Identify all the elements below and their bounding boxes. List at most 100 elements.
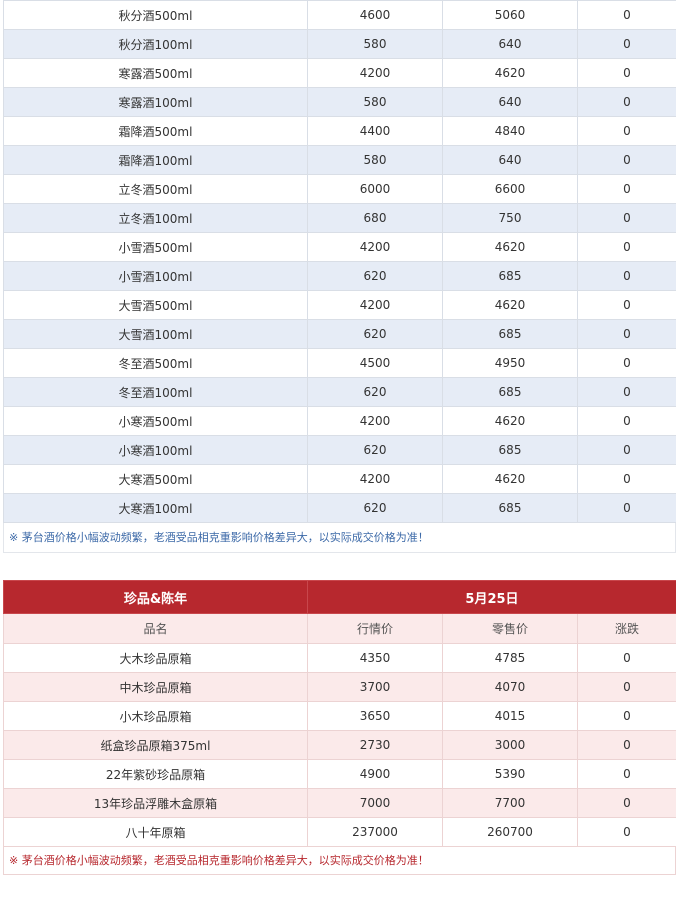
column-header-name: 品名 (3, 613, 308, 644)
table-row: 中木珍品原箱 3700 4070 0 (3, 672, 676, 702)
price-change-cell: 0 (577, 701, 676, 731)
product-name-cell: 小雪酒500ml (3, 232, 308, 262)
retail-price-cell: 4015 (442, 701, 578, 731)
retail-price-cell: 3000 (442, 730, 578, 760)
product-name-cell: 中木珍品原箱 (3, 672, 308, 702)
retail-price-cell: 4840 (442, 116, 578, 146)
retail-price-cell: 640 (442, 145, 578, 175)
product-name-cell: 寒露酒100ml (3, 87, 308, 117)
retail-price-cell: 4070 (442, 672, 578, 702)
price-change-cell: 0 (577, 116, 676, 146)
market-price-cell: 580 (307, 29, 443, 59)
product-name-cell: 小木珍品原箱 (3, 701, 308, 731)
price-change-cell: 0 (577, 643, 676, 673)
market-price-cell: 2730 (307, 730, 443, 760)
table-row: 小木珍品原箱 3650 4015 0 (3, 701, 676, 731)
retail-price-cell: 7700 (442, 788, 578, 818)
market-price-cell: 620 (307, 377, 443, 407)
table-row: 寒露酒100ml 580 640 0 (3, 87, 676, 117)
column-header-row: 品名 行情价 零售价 涨跌 (3, 613, 676, 644)
market-price-cell: 4500 (307, 348, 443, 378)
product-name-cell: 秋分酒500ml (3, 0, 308, 30)
retail-price-cell: 4620 (442, 406, 578, 436)
market-price-cell: 3650 (307, 701, 443, 731)
retail-price-cell: 750 (442, 203, 578, 233)
table-row: 大木珍品原箱 4350 4785 0 (3, 643, 676, 673)
retail-price-cell: 4785 (442, 643, 578, 673)
retail-price-cell: 640 (442, 29, 578, 59)
market-price-cell: 4200 (307, 58, 443, 88)
market-price-cell: 4200 (307, 232, 443, 262)
price-change-cell: 0 (577, 232, 676, 262)
price-change-cell: 0 (577, 406, 676, 436)
product-name-cell: 冬至酒500ml (3, 348, 308, 378)
product-name-cell: 小雪酒100ml (3, 261, 308, 291)
product-name-cell: 大寒酒100ml (3, 493, 308, 523)
price-change-cell: 0 (577, 464, 676, 494)
price-disclaimer-note: ※ 茅台酒价格小幅波动频繁，老酒受品相克重影响价格差异大，以实际成交价格为准！ (3, 523, 676, 553)
table-row: 纸盒珍品原箱375ml 2730 3000 0 (3, 730, 676, 760)
table-row: 秋分酒500ml 4600 5060 0 (3, 0, 676, 30)
price-change-cell: 0 (577, 377, 676, 407)
product-name-cell: 霜降酒500ml (3, 116, 308, 146)
price-change-cell: 0 (577, 348, 676, 378)
table-row: 大寒酒500ml 4200 4620 0 (3, 464, 676, 494)
retail-price-cell: 6600 (442, 174, 578, 204)
market-price-cell: 4350 (307, 643, 443, 673)
table-row: 立冬酒500ml 6000 6600 0 (3, 174, 676, 204)
date-title: 5月25日 (307, 580, 676, 614)
retail-price-cell: 4620 (442, 290, 578, 320)
price-change-cell: 0 (577, 817, 676, 847)
product-name-cell: 大雪酒100ml (3, 319, 308, 349)
column-header-market-price: 行情价 (307, 613, 443, 644)
table-row: 大寒酒100ml 620 685 0 (3, 493, 676, 523)
retail-price-cell: 4620 (442, 58, 578, 88)
market-price-cell: 4400 (307, 116, 443, 146)
table-row: 八十年原箱 237000 260700 0 (3, 817, 676, 847)
product-name-cell: 13年珍品浮雕木盒原箱 (3, 788, 308, 818)
category-title: 珍品&陈年 (3, 580, 308, 614)
price-change-cell: 0 (577, 87, 676, 117)
product-name-cell: 小寒酒500ml (3, 406, 308, 436)
price-change-cell: 0 (577, 788, 676, 818)
retail-price-cell: 640 (442, 87, 578, 117)
market-price-cell: 620 (307, 261, 443, 291)
table-row: 冬至酒100ml 620 685 0 (3, 377, 676, 407)
product-name-cell: 霜降酒100ml (3, 145, 308, 175)
market-price-cell: 620 (307, 493, 443, 523)
market-price-cell: 4200 (307, 290, 443, 320)
market-price-cell: 6000 (307, 174, 443, 204)
market-price-cell: 4900 (307, 759, 443, 789)
retail-price-cell: 685 (442, 261, 578, 291)
product-name-cell: 立冬酒100ml (3, 203, 308, 233)
price-change-cell: 0 (577, 29, 676, 59)
product-name-cell: 大寒酒500ml (3, 464, 308, 494)
rare-vintage-price-table: 珍品&陈年 5月25日 品名 行情价 零售价 涨跌 大木珍品原箱 4350 4785… (3, 580, 676, 847)
price-disclaimer-note: ※ 茅台酒价格小幅波动频繁，老酒受品相克重影响价格差异大，以实际成交价格为准！ (3, 847, 676, 875)
table-row: 冬至酒500ml 4500 4950 0 (3, 348, 676, 378)
price-change-cell: 0 (577, 58, 676, 88)
price-change-cell: 0 (577, 290, 676, 320)
table-row: 立冬酒100ml 680 750 0 (3, 203, 676, 233)
price-change-cell: 0 (577, 0, 676, 30)
market-price-cell: 4200 (307, 464, 443, 494)
market-price-cell: 237000 (307, 817, 443, 847)
table-row: 霜降酒500ml 4400 4840 0 (3, 116, 676, 146)
retail-price-cell: 685 (442, 319, 578, 349)
product-name-cell: 寒露酒500ml (3, 58, 308, 88)
table-row: 秋分酒100ml 580 640 0 (3, 29, 676, 59)
rare-vintage-table-body: 大木珍品原箱 4350 4785 0 中木珍品原箱 3700 4070 0 小木珍品原箱 3650… (3, 643, 676, 847)
price-change-cell: 0 (577, 261, 676, 291)
table-row: 大雪酒500ml 4200 4620 0 (3, 290, 676, 320)
column-header-change: 涨跌 (577, 613, 676, 644)
table-row: 小寒酒100ml 620 685 0 (3, 435, 676, 465)
retail-price-cell: 260700 (442, 817, 578, 847)
product-name-cell: 立冬酒500ml (3, 174, 308, 204)
price-change-cell: 0 (577, 145, 676, 175)
retail-price-cell: 685 (442, 435, 578, 465)
price-change-cell: 0 (577, 174, 676, 204)
table-row: 寒露酒500ml 4200 4620 0 (3, 58, 676, 88)
table-row: 小雪酒500ml 4200 4620 0 (3, 232, 676, 262)
price-change-cell: 0 (577, 730, 676, 760)
